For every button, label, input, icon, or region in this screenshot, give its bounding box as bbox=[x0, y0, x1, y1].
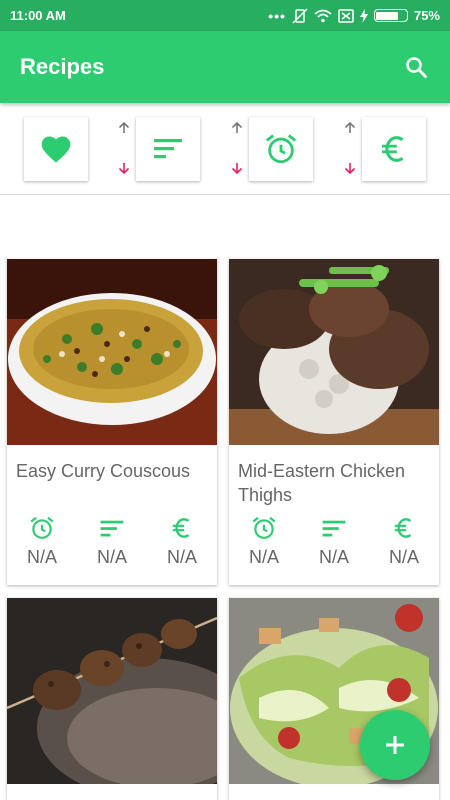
recipe-difficulty: N/A bbox=[82, 515, 142, 568]
name-sort-arrows[interactable] bbox=[117, 119, 133, 179]
recipe-cost-value: N/A bbox=[388, 547, 419, 567]
euro-icon bbox=[394, 518, 412, 538]
wifi-icon bbox=[314, 9, 332, 22]
recipe-image bbox=[7, 598, 217, 784]
status-bar: 11:00 AM ••• 75% bbox=[0, 0, 450, 31]
euro-icon bbox=[172, 518, 190, 538]
status-time: 11:00 AM bbox=[10, 8, 66, 23]
favorites-filter-button[interactable] bbox=[24, 117, 88, 181]
arrow-up-icon bbox=[344, 121, 356, 133]
euro-icon bbox=[381, 136, 404, 162]
recipe-card[interactable]: Easy Curry Couscous N/A N/A N/A bbox=[7, 259, 217, 585]
app-bar: Recipes bbox=[0, 31, 450, 103]
search-icon bbox=[406, 57, 427, 78]
recipe-difficulty-value: N/A bbox=[318, 547, 349, 567]
alarm-clock-icon bbox=[30, 516, 54, 539]
recipe-title: Easy Curry Couscous bbox=[16, 461, 191, 481]
sort-time-button[interactable] bbox=[249, 117, 313, 181]
add-recipe-button[interactable] bbox=[360, 710, 430, 780]
time-sort-arrows[interactable] bbox=[230, 119, 246, 179]
heart-icon bbox=[41, 136, 71, 163]
sort-lines-icon bbox=[100, 520, 124, 537]
arrow-up-icon bbox=[231, 121, 243, 133]
recipe-stats: N/A N/A N/A bbox=[229, 509, 439, 568]
sort-lines-icon bbox=[322, 520, 346, 537]
arrow-down-icon bbox=[231, 163, 243, 175]
recipe-cost-value: N/A bbox=[166, 547, 197, 567]
sort-cost-button[interactable] bbox=[362, 117, 426, 181]
arrow-down-icon bbox=[344, 163, 356, 175]
arrow-down-icon bbox=[118, 163, 130, 175]
recipe-cost: N/A bbox=[374, 515, 434, 568]
search-button[interactable] bbox=[402, 53, 430, 81]
battery-icon bbox=[373, 9, 408, 22]
battery-percent: 75% bbox=[413, 8, 440, 23]
recipe-difficulty: N/A bbox=[304, 515, 364, 568]
cost-sort-arrows[interactable] bbox=[343, 119, 359, 179]
recipe-difficulty-value: N/A bbox=[96, 547, 127, 567]
plus-icon bbox=[386, 736, 404, 754]
recipe-card[interactable] bbox=[7, 598, 217, 800]
recipe-cost: N/A bbox=[152, 515, 212, 568]
recipe-time-value: N/A bbox=[248, 547, 279, 567]
vibrate-off-icon bbox=[292, 7, 308, 24]
alarm-clock-icon bbox=[252, 516, 276, 539]
arrow-up-icon bbox=[118, 121, 130, 133]
no-sim-icon bbox=[338, 8, 354, 23]
recipe-stats: N/A N/A N/A bbox=[7, 509, 217, 568]
page-title: Recipes bbox=[20, 54, 105, 79]
more-dots-icon: ••• bbox=[268, 7, 286, 24]
alarm-clock-icon bbox=[265, 134, 297, 164]
sort-lines-icon bbox=[154, 139, 182, 159]
recipe-time: N/A bbox=[12, 515, 72, 568]
recipe-image bbox=[229, 259, 439, 445]
filter-bar bbox=[0, 103, 450, 195]
sort-name-button[interactable] bbox=[136, 117, 200, 181]
recipe-time-value: N/A bbox=[26, 547, 57, 567]
recipe-card[interactable]: Mid-Eastern Chicken Thighs N/A N/A N/A bbox=[229, 259, 439, 585]
recipe-time: N/A bbox=[234, 515, 294, 568]
recipe-image bbox=[7, 259, 217, 445]
charging-icon bbox=[359, 8, 368, 23]
recipe-title: Mid-Eastern Chicken Thighs bbox=[238, 461, 406, 505]
